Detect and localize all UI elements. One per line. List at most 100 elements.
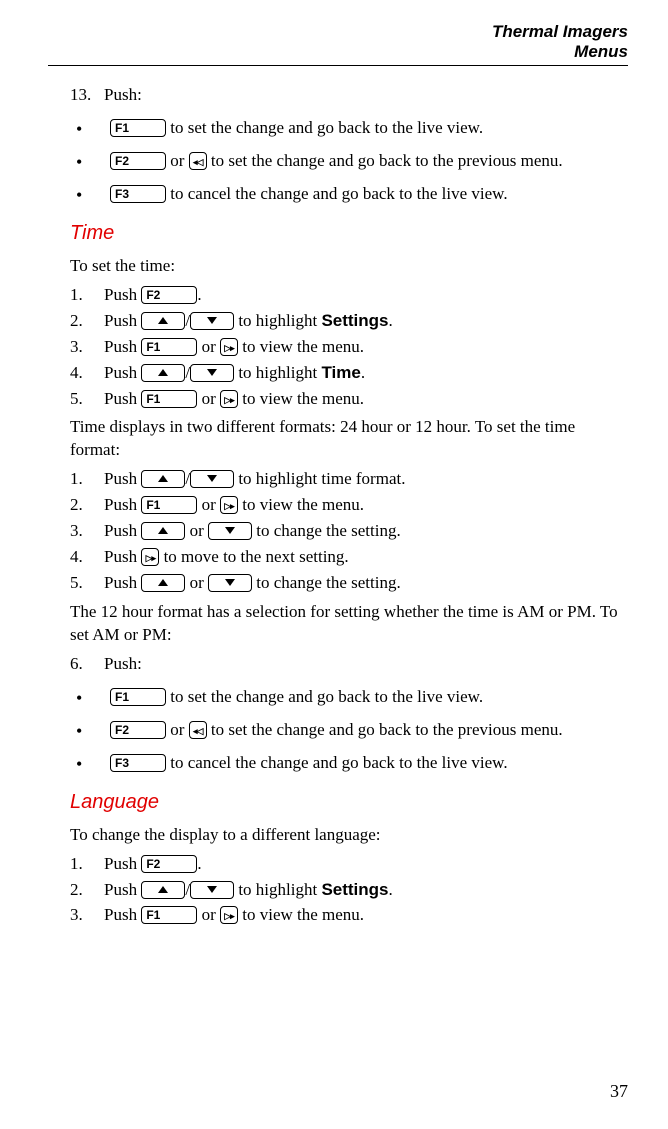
tf-step-4: Push to move to the next setting. bbox=[70, 546, 626, 569]
time-b3-text: to cancel the change and go back to the … bbox=[166, 753, 508, 772]
tf-step-5: Push or to change the setting. bbox=[70, 572, 626, 595]
down-arrow-key-icon bbox=[208, 522, 252, 540]
time-b1-text: to set the change and go back to the liv… bbox=[166, 687, 483, 706]
l3m: or bbox=[197, 905, 220, 924]
header: Thermal Imagers Menus bbox=[48, 22, 628, 61]
tf-step-2: Push F1 or to view the menu. bbox=[70, 494, 626, 517]
step13-b3-text: to cancel the change and go back to the … bbox=[166, 184, 508, 203]
time-bullet-2: F2 or to set the change and go back to t… bbox=[70, 719, 626, 742]
f1-key-icon: F1 bbox=[141, 338, 197, 356]
f1-key-icon: F1 bbox=[110, 688, 166, 706]
f3-key-icon: F3 bbox=[110, 754, 166, 772]
up-arrow-key-icon bbox=[141, 881, 185, 899]
f1-key-icon: F1 bbox=[141, 496, 197, 514]
down-arrow-key-icon bbox=[190, 470, 234, 488]
time-bullet-3: F3 to cancel the change and go back to t… bbox=[70, 752, 626, 775]
lang-step-2: Push / to highlight Settings. bbox=[70, 879, 626, 902]
tf2b: to view the menu. bbox=[238, 495, 364, 514]
right-arrow-key-icon bbox=[141, 548, 159, 566]
l2b: to highlight bbox=[234, 880, 321, 899]
t4b: to highlight bbox=[234, 363, 321, 382]
step-6-block: Push: F1 to set the change and go back t… bbox=[70, 653, 626, 775]
f1-key-icon: F1 bbox=[141, 390, 197, 408]
time-steps-1: Push F2. Push / to highlight Settings. P… bbox=[70, 284, 626, 411]
tf5m: or bbox=[185, 573, 208, 592]
up-arrow-key-icon bbox=[141, 574, 185, 592]
f2-key-icon: F2 bbox=[110, 721, 166, 739]
up-arrow-key-icon bbox=[141, 470, 185, 488]
t5m: or bbox=[197, 389, 220, 408]
tf5b: to change the setting. bbox=[252, 573, 401, 592]
time-para-1: Time displays in two different formats: … bbox=[70, 416, 626, 462]
down-arrow-key-icon bbox=[190, 364, 234, 382]
step13-bullet-3: F3 to cancel the change and go back to t… bbox=[70, 183, 626, 206]
time-step-4: Push / to highlight Time. bbox=[70, 362, 626, 385]
step13-bullet-2: F2 or to set the change and go back to t… bbox=[70, 150, 626, 173]
up-arrow-key-icon bbox=[141, 312, 185, 330]
language-steps: Push F2. Push / to highlight Settings. P… bbox=[70, 853, 626, 928]
l1a: Push bbox=[104, 854, 141, 873]
header-title: Thermal Imagers bbox=[48, 22, 628, 42]
f2-key-icon: F2 bbox=[141, 286, 197, 304]
settings-bold: Settings bbox=[321, 311, 388, 330]
t2b: to highlight bbox=[234, 311, 321, 330]
step13-bullet-1: F1 to set the change and go back to the … bbox=[70, 117, 626, 140]
t3m: or bbox=[197, 337, 220, 356]
step-13-label: Push: bbox=[104, 85, 142, 104]
tf2m: or bbox=[197, 495, 220, 514]
t5a: Push bbox=[104, 389, 141, 408]
t4c: . bbox=[361, 363, 365, 382]
time-para-2: The 12 hour format has a selection for s… bbox=[70, 601, 626, 647]
l1b: . bbox=[197, 854, 201, 873]
step-6-label: Push: bbox=[104, 654, 142, 673]
down-arrow-key-icon bbox=[190, 881, 234, 899]
time-intro: To set the time: bbox=[70, 255, 626, 278]
time-b2-mid: or bbox=[166, 720, 189, 739]
t1b: . bbox=[197, 285, 201, 304]
f3-key-icon: F3 bbox=[110, 185, 166, 203]
t3b: to view the menu. bbox=[238, 337, 364, 356]
l2c: . bbox=[389, 880, 393, 899]
page-content: Push: F1 to set the change and go back t… bbox=[48, 84, 628, 927]
t4a: Push bbox=[104, 363, 141, 382]
l3a: Push bbox=[104, 905, 141, 924]
tf1b: to highlight time format. bbox=[234, 469, 405, 488]
up-arrow-key-icon bbox=[141, 364, 185, 382]
time-step-1: Push F2. bbox=[70, 284, 626, 307]
step13-b1-text: to set the change and go back to the liv… bbox=[166, 118, 483, 137]
settings-bold-2: Settings bbox=[321, 880, 388, 899]
time-b2-text: to set the change and go back to the pre… bbox=[207, 720, 563, 739]
t2c: . bbox=[389, 311, 393, 330]
time-step-2: Push / to highlight Settings. bbox=[70, 310, 626, 333]
header-subtitle: Menus bbox=[48, 42, 628, 62]
f2-key-icon: F2 bbox=[110, 152, 166, 170]
time-bold: Time bbox=[321, 363, 360, 382]
f2-key-icon: F2 bbox=[141, 855, 197, 873]
t2a: Push bbox=[104, 311, 141, 330]
step13-b2-text: to set the change and go back to the pre… bbox=[207, 151, 563, 170]
l3b: to view the menu. bbox=[238, 905, 364, 924]
tf1a: Push bbox=[104, 469, 141, 488]
left-arrow-key-icon bbox=[189, 152, 207, 170]
step-13-block: Push: F1 to set the change and go back t… bbox=[70, 84, 626, 206]
left-arrow-key-icon bbox=[189, 721, 207, 739]
tf-step-1: Push / to highlight time format. bbox=[70, 468, 626, 491]
right-arrow-key-icon bbox=[220, 906, 238, 924]
tf3b: to change the setting. bbox=[252, 521, 401, 540]
language-intro: To change the display to a different lan… bbox=[70, 824, 626, 847]
lang-step-1: Push F2. bbox=[70, 853, 626, 876]
page-number: 37 bbox=[610, 1079, 628, 1103]
right-arrow-key-icon bbox=[220, 390, 238, 408]
time-heading: Time bbox=[70, 220, 626, 247]
t1a: Push bbox=[104, 285, 141, 304]
tf4a: Push bbox=[104, 547, 141, 566]
l2a: Push bbox=[104, 880, 141, 899]
time-format-steps: Push / to highlight time format. Push F1… bbox=[70, 468, 626, 595]
time-bullet-1: F1 to set the change and go back to the … bbox=[70, 686, 626, 709]
lang-step-3: Push F1 or to view the menu. bbox=[70, 904, 626, 927]
language-heading: Language bbox=[70, 789, 626, 816]
tf2a: Push bbox=[104, 495, 141, 514]
time-step-6: Push: bbox=[70, 653, 626, 676]
time-step-3: Push F1 or to view the menu. bbox=[70, 336, 626, 359]
tf5a: Push bbox=[104, 573, 141, 592]
